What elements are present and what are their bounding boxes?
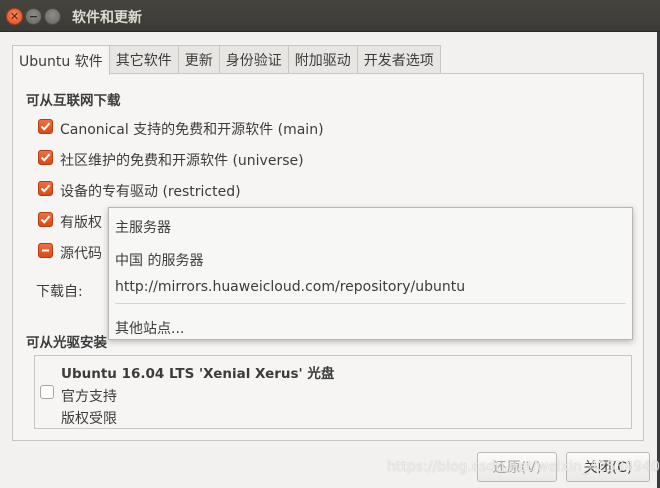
multiverse-label: 有版权: [60, 215, 102, 231]
internet-heading: 可从互联网下载: [26, 93, 121, 109]
watermark: https://blog.csdn.net/weixin_42534940: [387, 459, 660, 475]
universe-label: 社区维护的免费和开源软件 (universe): [60, 153, 304, 169]
menu-item-other-sites[interactable]: 其他站点...: [115, 318, 184, 338]
cdrom-heading: 可从光驱安装: [26, 335, 107, 351]
tab-additional-drivers[interactable]: 附加驱动: [287, 45, 358, 74]
menu-item-china-server[interactable]: 中国 的服务器: [115, 250, 203, 270]
checkmark-icon: [40, 184, 51, 193]
tab-other-software[interactable]: 其它软件: [108, 45, 179, 74]
tab-authentication[interactable]: 身份验证: [218, 45, 289, 74]
cdrom-rights-line: 版权受限: [61, 411, 117, 427]
restricted-label: 设备的专有驱动 (restricted): [60, 184, 241, 200]
close-window-icon[interactable]: ✕: [6, 8, 23, 25]
multiverse-checkbox[interactable]: [38, 212, 53, 227]
minimize-window-icon[interactable]: −: [25, 8, 42, 25]
main-label: Canonical 支持的免费和开源软件 (main): [60, 122, 324, 138]
checkmark-icon: [40, 153, 51, 162]
main-checkbox[interactable]: [38, 119, 53, 134]
title-bar: ✕ − 软件和更新: [0, 0, 660, 32]
window-title: 软件和更新: [72, 10, 142, 26]
maximize-window-icon[interactable]: [44, 8, 61, 25]
cdrom-checkbox[interactable]: [40, 385, 54, 399]
restricted-checkbox[interactable]: [38, 181, 53, 196]
menu-item-huaweicloud-mirror[interactable]: http://mirrors.huaweicloud.com/repositor…: [115, 279, 465, 295]
source-code-checkbox[interactable]: [38, 243, 53, 258]
menu-separator: [115, 303, 626, 304]
source-code-label: 源代码: [60, 246, 102, 262]
tab-updates[interactable]: 更新: [177, 45, 220, 74]
cdrom-list: Ubuntu 16.04 LTS 'Xenial Xerus' 光盘 官方支持 …: [34, 355, 632, 429]
universe-checkbox[interactable]: [38, 150, 53, 165]
checkmark-icon: [40, 215, 51, 224]
mixed-dash-icon: [42, 249, 49, 252]
menu-item-main-server[interactable]: 主服务器: [115, 217, 171, 237]
checkmark-icon: [40, 122, 51, 131]
tab-ubuntu-software[interactable]: Ubuntu 软件: [12, 45, 110, 75]
download-from-label: 下载自:: [36, 284, 83, 300]
cdrom-support-line: 官方支持: [61, 389, 117, 405]
tab-bar: Ubuntu 软件 其它软件 更新 身份验证 附加驱动 开发者选项: [12, 45, 441, 75]
server-dropdown-menu: 主服务器 中国 的服务器 http://mirrors.huaweicloud.…: [108, 207, 633, 340]
cdrom-entry-title: Ubuntu 16.04 LTS 'Xenial Xerus' 光盘: [61, 366, 335, 382]
tab-developer-options[interactable]: 开发者选项: [356, 45, 441, 74]
